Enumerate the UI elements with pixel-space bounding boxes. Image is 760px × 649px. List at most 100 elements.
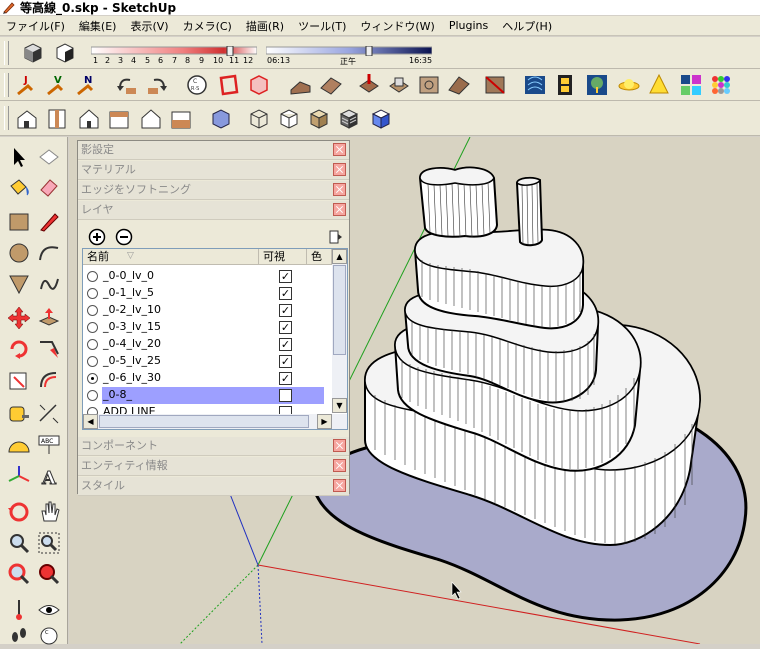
- tool-n-button[interactable]: N: [74, 72, 100, 98]
- materials-panel-header[interactable]: マテリアル: [78, 161, 349, 180]
- pan-tool[interactable]: [36, 499, 62, 525]
- position-camera-tool[interactable]: [6, 597, 32, 623]
- close-icon[interactable]: [333, 183, 346, 196]
- toolbar-grip[interactable]: [4, 73, 9, 97]
- active-layer-radio[interactable]: [87, 356, 98, 367]
- layer-row[interactable]: _0-4_lv_20 ✓: [83, 336, 331, 353]
- column-header-name[interactable]: 名前 ▽: [83, 249, 259, 265]
- axes-tool[interactable]: [6, 463, 32, 489]
- line-tool[interactable]: [36, 209, 62, 235]
- active-layer-radio[interactable]: [87, 271, 98, 282]
- hscroll-thumb[interactable]: [99, 415, 309, 428]
- visible-checkbox[interactable]: ✓: [279, 304, 292, 317]
- visible-checkbox[interactable]: ✓: [279, 338, 292, 351]
- menu-camera[interactable]: カメラ(C): [183, 18, 232, 34]
- menu-tools[interactable]: ツール(T): [298, 18, 346, 34]
- freehand-tool[interactable]: [36, 271, 62, 297]
- shadow-settings-button[interactable]: [20, 40, 46, 66]
- tool-red-box-button[interactable]: [246, 72, 272, 98]
- move-tool[interactable]: [6, 305, 32, 331]
- zoom-window-tool[interactable]: [36, 530, 62, 556]
- month-slider[interactable]: [90, 45, 258, 57]
- active-layer-radio[interactable]: [87, 390, 98, 401]
- tool-red-square-button[interactable]: [216, 72, 242, 98]
- text-tool[interactable]: ABC: [36, 432, 62, 458]
- terrain-6-button[interactable]: [446, 72, 472, 98]
- follow-me-tool[interactable]: [36, 336, 62, 362]
- close-icon[interactable]: [333, 203, 346, 216]
- iso-view-button[interactable]: [14, 106, 40, 132]
- eraser-tool[interactable]: [36, 174, 62, 200]
- visible-checkbox[interactable]: ✓: [279, 372, 292, 385]
- offset-tool[interactable]: [36, 367, 62, 393]
- styles-panel-header[interactable]: スタイル: [78, 477, 349, 496]
- shadow-panel-header[interactable]: 影設定: [78, 141, 349, 160]
- vertical-scrollbar[interactable]: ▲ ▼: [332, 249, 347, 413]
- delete-layer-button[interactable]: [115, 228, 133, 246]
- layer-row[interactable]: _0-3_lv_15 ✓: [83, 319, 331, 336]
- monochrome-button[interactable]: [368, 106, 394, 132]
- menu-view[interactable]: 表示(V): [130, 18, 168, 34]
- toolbar-grip[interactable]: [4, 41, 9, 65]
- arc-tool[interactable]: [36, 240, 62, 266]
- back-view-button[interactable]: [138, 106, 164, 132]
- close-icon[interactable]: [333, 479, 346, 492]
- layer-row[interactable]: _0-5_lv_25 ✓: [83, 353, 331, 370]
- components-panel-header[interactable]: コンポーネント: [78, 437, 349, 456]
- scroll-down-icon[interactable]: ▼: [332, 398, 347, 413]
- color-dots-button[interactable]: [708, 72, 734, 98]
- tool-c-button[interactable]: C R·S: [184, 72, 210, 98]
- layer-row-selected[interactable]: _0-8_: [83, 387, 331, 404]
- menu-window[interactable]: ウィンドウ(W): [360, 18, 434, 34]
- select-tool[interactable]: [6, 145, 32, 171]
- tool-v-button[interactable]: V: [44, 72, 70, 98]
- shaded-texture-button[interactable]: [336, 106, 362, 132]
- rotate-tool[interactable]: [6, 336, 32, 362]
- previous-view-tool[interactable]: [36, 561, 62, 587]
- menu-edit[interactable]: 編集(E): [79, 18, 117, 34]
- scroll-left-icon[interactable]: ◀: [83, 414, 98, 429]
- close-icon[interactable]: [333, 439, 346, 452]
- horizontal-scrollbar[interactable]: ◀ ▶: [83, 414, 347, 429]
- xray-button[interactable]: [208, 106, 234, 132]
- visible-checkbox[interactable]: [279, 389, 292, 402]
- section-plane-tool[interactable]: C: [36, 623, 62, 649]
- hidden-line-button[interactable]: [276, 106, 302, 132]
- cone-button[interactable]: [646, 72, 672, 98]
- menu-file[interactable]: ファイル(F): [6, 18, 65, 34]
- left-view-button[interactable]: [168, 106, 194, 132]
- entity-info-panel-header[interactable]: エンティティ情報: [78, 457, 349, 476]
- active-layer-radio[interactable]: [87, 322, 98, 333]
- close-icon[interactable]: [333, 143, 346, 156]
- visible-checkbox[interactable]: ✓: [279, 321, 292, 334]
- add-layer-button[interactable]: [88, 228, 106, 246]
- visible-checkbox[interactable]: ✓: [279, 270, 292, 283]
- close-icon[interactable]: [333, 459, 346, 472]
- time-slider[interactable]: [265, 45, 433, 57]
- dimension-tool[interactable]: [36, 401, 62, 427]
- terrain-7-button[interactable]: [482, 72, 508, 98]
- scroll-thumb[interactable]: [333, 265, 346, 355]
- polygon-tool[interactable]: [6, 271, 32, 297]
- tree-button[interactable]: [584, 72, 610, 98]
- layer-row[interactable]: _0-0_lv_0 ✓: [83, 268, 331, 285]
- right-view-button[interactable]: [106, 106, 132, 132]
- ellipsoid-button[interactable]: [616, 72, 642, 98]
- animation-button[interactable]: [552, 72, 578, 98]
- menu-plugins[interactable]: Plugins: [449, 19, 488, 32]
- front-view-button[interactable]: [76, 106, 102, 132]
- active-layer-radio[interactable]: [87, 305, 98, 316]
- close-icon[interactable]: [333, 163, 346, 176]
- top-view-button[interactable]: [44, 106, 70, 132]
- layer-details-icon[interactable]: [327, 228, 343, 246]
- zoom-tool[interactable]: [6, 530, 32, 556]
- wireframe-button[interactable]: [246, 106, 272, 132]
- protractor-tool[interactable]: [6, 432, 32, 458]
- look-around-tool[interactable]: [36, 597, 62, 623]
- terrain-4-button[interactable]: [386, 72, 412, 98]
- walk-tool[interactable]: [6, 623, 32, 649]
- shaded-button[interactable]: [306, 106, 332, 132]
- active-layer-radio[interactable]: [87, 288, 98, 299]
- orbit-tool[interactable]: [6, 499, 32, 525]
- scroll-right-icon[interactable]: ▶: [317, 414, 332, 429]
